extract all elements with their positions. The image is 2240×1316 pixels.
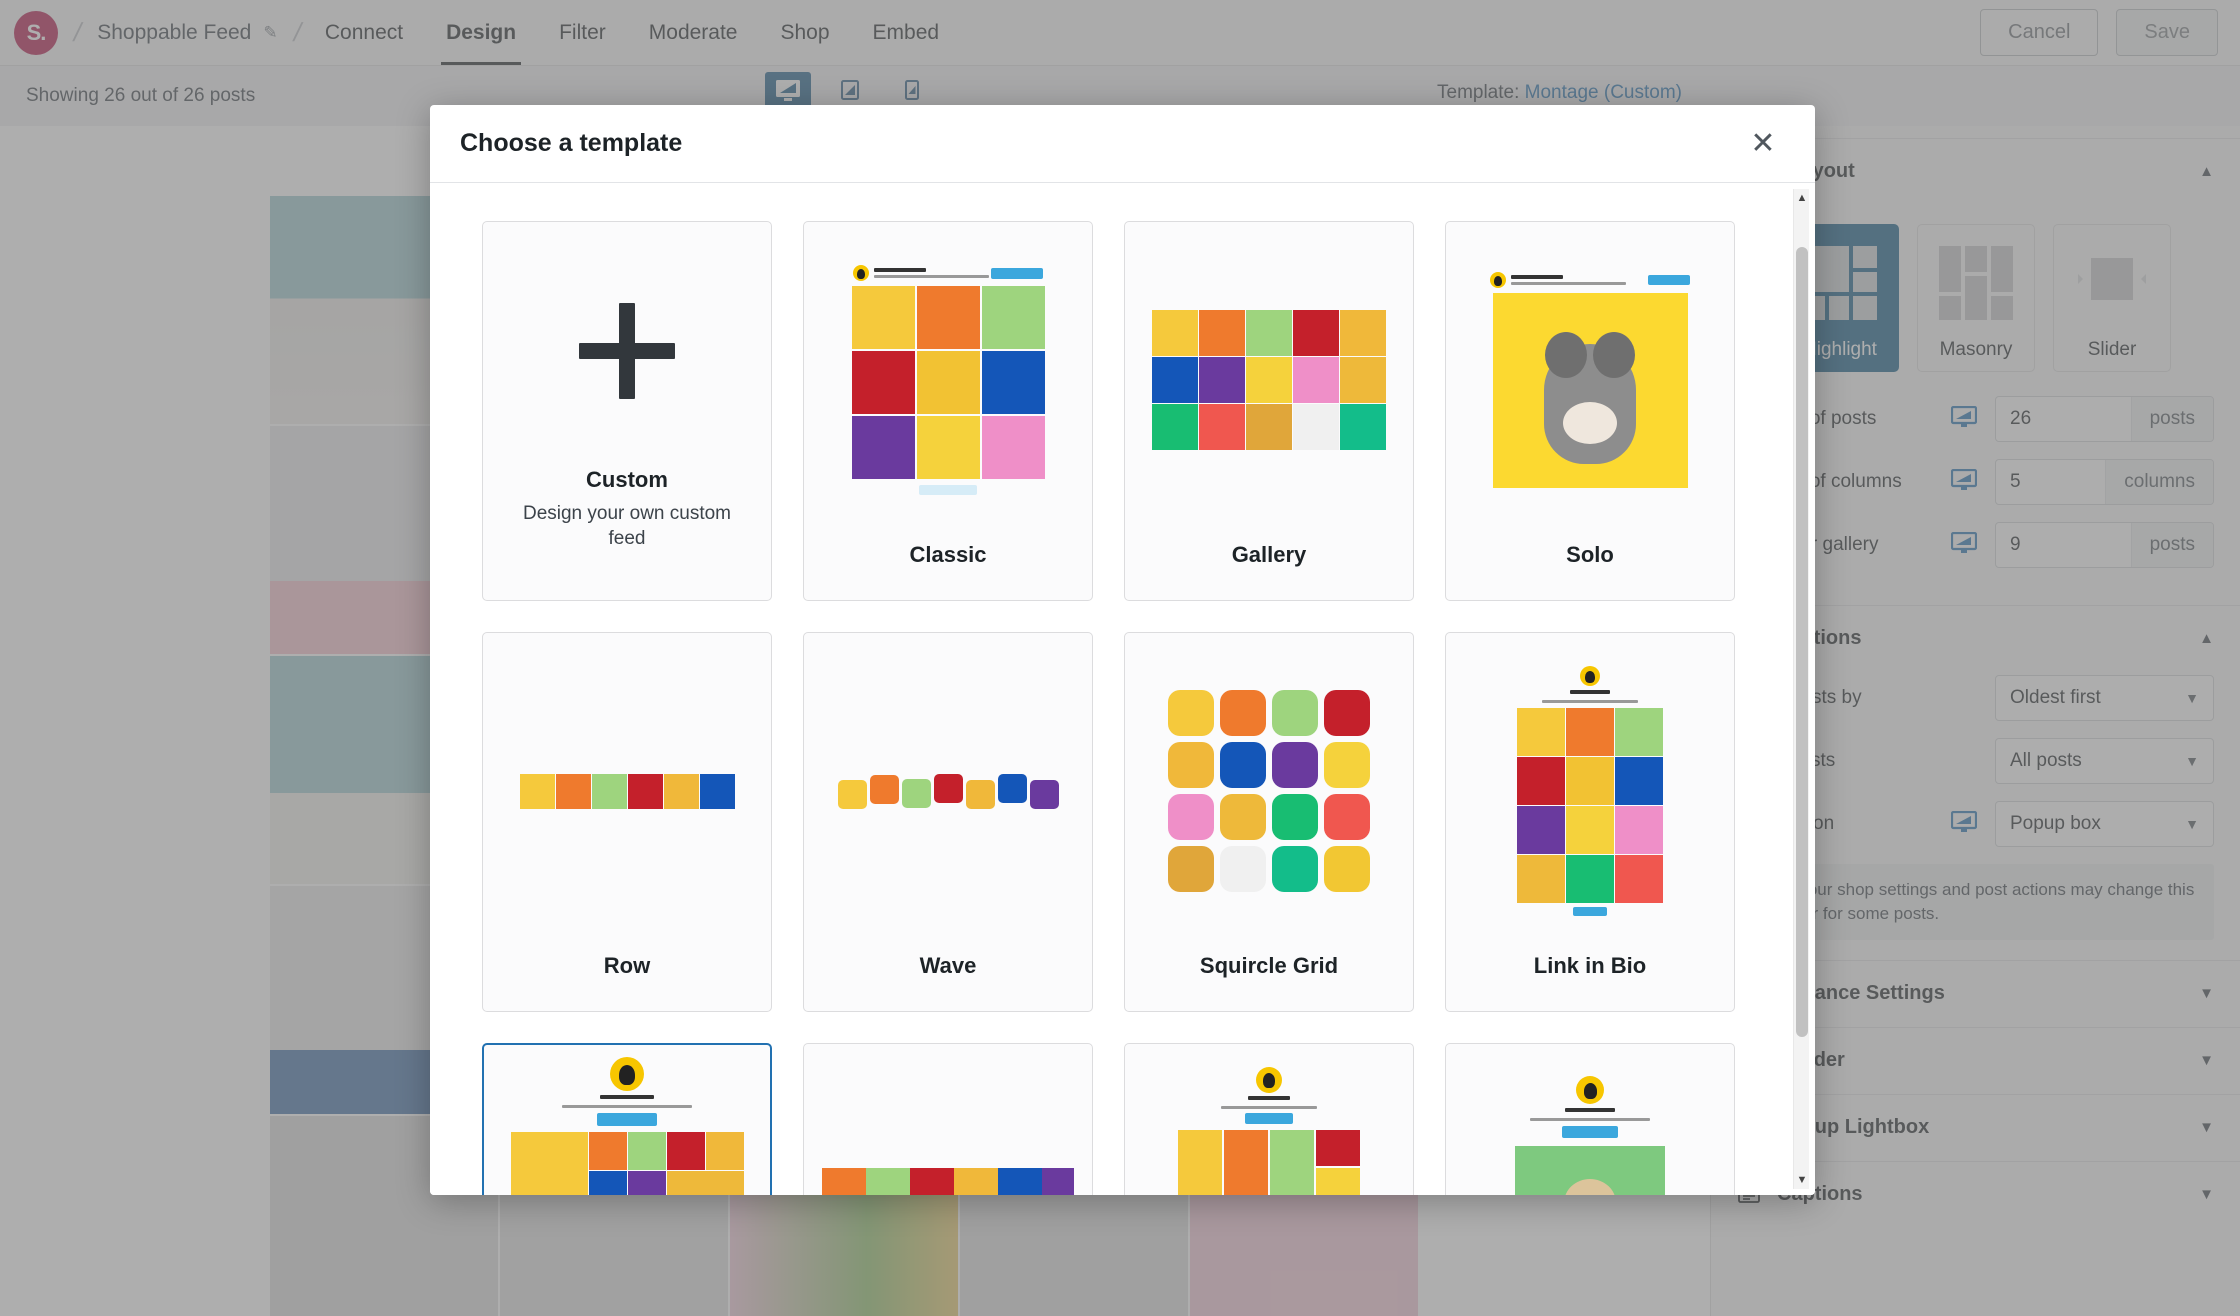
- modal-title: Choose a template: [460, 129, 683, 157]
- link-in-bio-thumb: [1460, 647, 1720, 935]
- modal-body: Custom Design your own custom feed Class…: [430, 183, 1815, 1195]
- template-grid: Custom Design your own custom feed Class…: [482, 221, 1735, 1195]
- template-card-squircle-grid[interactable]: Squircle Grid: [1124, 632, 1414, 1012]
- template-name: Wave: [919, 953, 977, 978]
- plus-icon: [579, 303, 675, 400]
- template-name: Custom: [586, 466, 668, 492]
- scroll-down-icon[interactable]: ▼: [1794, 1171, 1810, 1189]
- row-thumb: [497, 647, 757, 935]
- carousel-thumb: ‹ ›: [818, 1058, 1078, 1195]
- wave-thumb: [818, 647, 1078, 935]
- template-name: Row: [603, 953, 651, 978]
- solo-thumb: [1460, 236, 1720, 524]
- scrollbar-thumb[interactable]: [1796, 247, 1808, 1037]
- template-card-wave[interactable]: Wave: [803, 632, 1093, 1012]
- template-card-solo[interactable]: Solo: [1445, 221, 1735, 601]
- template-card-custom[interactable]: Custom Design your own custom feed: [482, 221, 772, 601]
- squircle-grid-thumb: [1139, 647, 1399, 935]
- montage-thumb: [498, 1045, 756, 1195]
- template-desc: Design your own custom feed: [522, 502, 732, 550]
- template-name: Solo: [1566, 542, 1614, 567]
- template-card-row[interactable]: Row: [482, 632, 772, 1012]
- showcase-thumb: ❮ ❯: [1460, 1058, 1720, 1195]
- scroll-up-icon[interactable]: ▲: [1794, 189, 1810, 207]
- template-name: Squircle Grid: [1199, 953, 1339, 978]
- template-card-mosaic[interactable]: Mosaic: [1124, 1043, 1414, 1195]
- custom-thumb: [497, 236, 757, 467]
- template-name: Gallery: [1231, 542, 1307, 567]
- classic-thumb: [818, 236, 1078, 524]
- choose-template-modal: Choose a template ✕ Custom Design your o…: [430, 105, 1815, 1195]
- template-card-carousel[interactable]: ‹ › Carousel: [803, 1043, 1093, 1195]
- mosaic-thumb: [1139, 1049, 1399, 1195]
- template-card-showcase[interactable]: ❮ ❯ Showcase: [1445, 1043, 1735, 1195]
- showcase-image: [1515, 1146, 1665, 1195]
- modal-scrollbar[interactable]: ▲ ▼: [1793, 189, 1809, 1189]
- template-card-link-in-bio[interactable]: Link in Bio: [1445, 632, 1735, 1012]
- avatar-icon: [853, 265, 869, 281]
- template-name: Link in Bio: [1533, 953, 1647, 978]
- gallery-thumb: [1139, 236, 1399, 524]
- avatar-icon: [1490, 272, 1506, 288]
- template-card-montage[interactable]: Montage: [482, 1043, 772, 1195]
- modal-header: Choose a template ✕: [430, 105, 1815, 183]
- template-name: Classic: [909, 542, 987, 567]
- template-list: Custom Design your own custom feed Class…: [430, 183, 1787, 1195]
- template-card-gallery[interactable]: Gallery: [1124, 221, 1414, 601]
- close-icon[interactable]: ✕: [1741, 122, 1785, 166]
- template-card-classic[interactable]: Classic: [803, 221, 1093, 601]
